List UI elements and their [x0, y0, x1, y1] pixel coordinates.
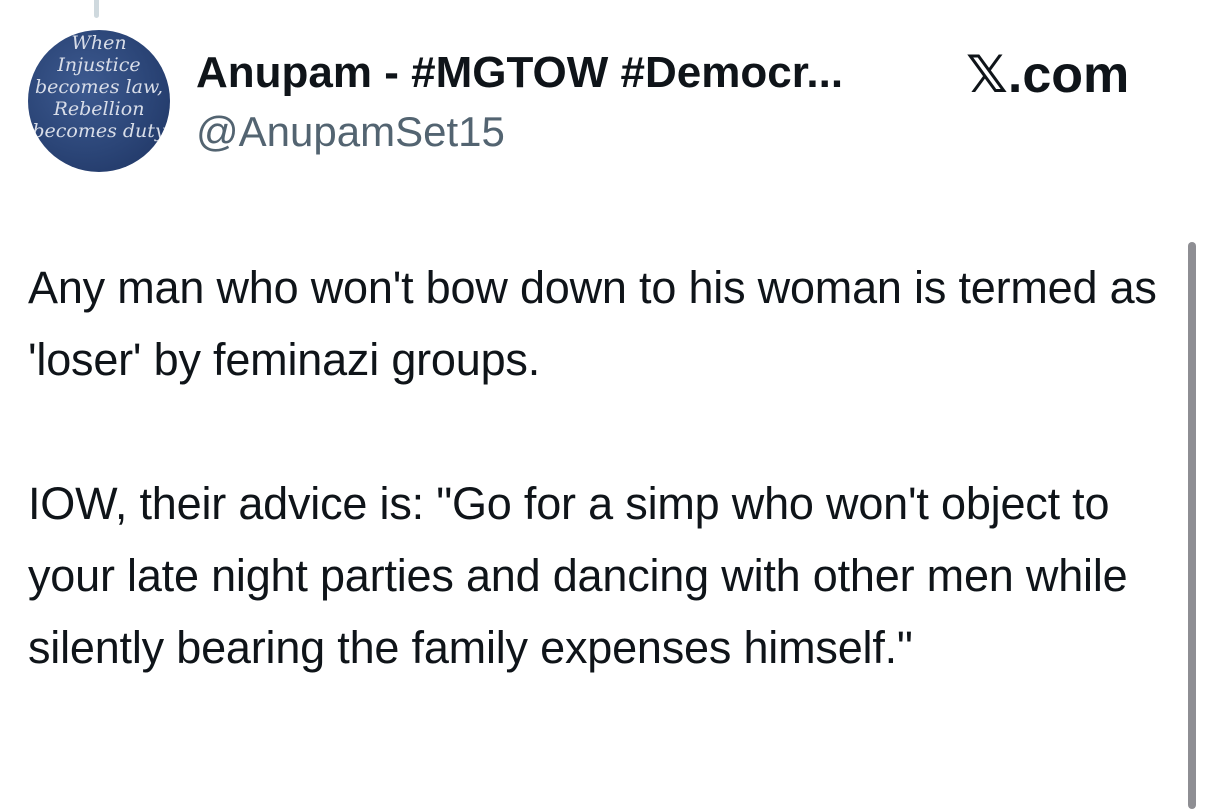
avatar-slogan-line: becomes law, [35, 76, 163, 98]
x-logo-brand: 𝕏.com [966, 46, 1130, 104]
thread-connector-line [94, 0, 99, 18]
avatar[interactable]: When Injustice becomes law, Rebellion be… [28, 30, 170, 172]
scrollbar[interactable] [1188, 242, 1196, 809]
avatar-slogan-line: becomes duty [32, 120, 166, 142]
author-handle[interactable]: @AnupamSet15 [196, 106, 505, 158]
tweet-paragraph: IOW, their advice is: "Go for a simp who… [28, 478, 1128, 673]
author-display-name[interactable]: Anupam - #MGTOW #Democr... [196, 46, 843, 100]
tweet-text: Any man who won't bow down to his woman … [28, 252, 1178, 684]
avatar-slogan: When Injustice becomes law, Rebellion be… [28, 32, 170, 142]
tweet-paragraph: Any man who won't bow down to his woman … [28, 262, 1157, 385]
avatar-slogan-line: Rebellion [53, 98, 145, 120]
avatar-slogan-line: When [71, 32, 127, 54]
avatar-slogan-line: Injustice [57, 54, 141, 76]
